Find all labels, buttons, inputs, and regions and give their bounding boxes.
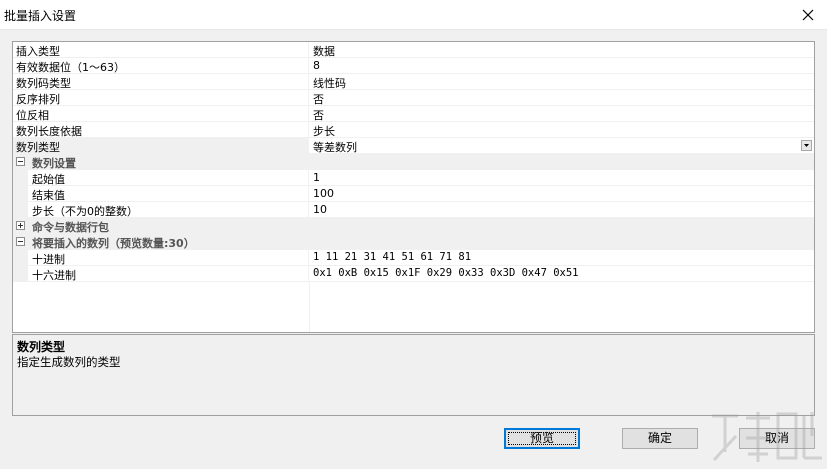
help-title: 数列类型 (17, 340, 66, 354)
property-name: 数列长度依据 (16, 125, 82, 138)
title-bar: 批量插入设置 (0, 0, 827, 30)
property-name: 十六进制 (32, 269, 76, 282)
help-description: 指定生成数列的类型 (17, 355, 121, 369)
property-row-insert-type[interactable]: 插入类型 数据 (13, 42, 814, 58)
property-row-decimal[interactable]: 十进制 1 11 21 31 41 51 61 71 81 (13, 250, 814, 266)
property-row-reverse-order[interactable]: 反序排列 否 (13, 90, 814, 106)
dropdown-button[interactable] (801, 140, 812, 151)
property-name: 十进制 (32, 253, 65, 266)
property-row-length-basis[interactable]: 数列长度依据 步长 (13, 122, 814, 138)
ok-button-label: 确定 (647, 431, 672, 445)
sequence-type-select[interactable]: 等差数列 (313, 139, 357, 155)
property-value: 0x1 0xB 0x15 0x1F 0x29 0x33 0x3D 0x47 0x… (313, 267, 579, 279)
property-value: 否 (313, 93, 324, 106)
column-divider (309, 282, 310, 332)
category-command-packet[interactable]: 命令与数据行包 (13, 218, 814, 234)
property-value: 100 (313, 187, 334, 200)
property-name: 反序排列 (16, 93, 60, 106)
property-name: 位反相 (16, 109, 49, 122)
close-button[interactable] (789, 0, 827, 30)
window-title: 批量插入设置 (4, 9, 77, 23)
ok-button[interactable]: 确定 (622, 428, 698, 449)
category-sequence-settings[interactable]: 数列设置 (13, 154, 814, 170)
category-label: 将要插入的数列（预览数量:30） (32, 237, 195, 250)
property-value: 8 (313, 59, 320, 72)
property-name: 起始值 (32, 173, 65, 186)
property-row-sequence-type[interactable]: 数列类型 等差数列 (13, 138, 814, 154)
property-value: 步长 (313, 125, 335, 138)
property-value: 数据 (313, 45, 335, 58)
property-row-hex[interactable]: 十六进制 0x1 0xB 0x15 0x1F 0x29 0x33 0x3D 0x… (13, 266, 814, 282)
category-label: 命令与数据行包 (32, 221, 109, 234)
chevron-down-icon (804, 144, 809, 147)
property-row-end-value[interactable]: 结束值 100 (13, 186, 814, 202)
property-value: 线性码 (313, 77, 346, 90)
property-value: 否 (313, 109, 324, 122)
property-name: 数列码类型 (16, 77, 71, 90)
property-name: 结束值 (32, 189, 65, 202)
preview-button[interactable]: 预览 (504, 428, 580, 449)
property-grid: 插入类型 数据 有效数据位（1～63） 8 数列码类型 线性码 反序排列 否 位… (12, 41, 815, 333)
watermark-logo (712, 412, 822, 462)
property-row-bit-invert[interactable]: 位反相 否 (13, 106, 814, 122)
close-icon (802, 9, 814, 21)
category-label: 数列设置 (32, 157, 76, 170)
property-name: 数列类型 (16, 141, 60, 154)
property-row-code-type[interactable]: 数列码类型 线性码 (13, 74, 814, 90)
help-panel: 数列类型 指定生成数列的类型 (12, 334, 815, 416)
property-name: 有效数据位（1～63） (16, 61, 125, 74)
property-name: 插入类型 (16, 45, 60, 58)
preview-button-label: 预览 (529, 431, 554, 445)
property-value: 1 (313, 171, 320, 184)
property-value: 1 11 21 31 41 51 61 71 81 (313, 251, 472, 263)
property-row-start-value[interactable]: 起始值 1 (13, 170, 814, 186)
category-preview[interactable]: 将要插入的数列（预览数量:30） (13, 234, 814, 250)
property-row-step[interactable]: 步长（不为0的整数） 10 (13, 202, 814, 218)
property-row-valid-bits[interactable]: 有效数据位（1～63） 8 (13, 58, 814, 74)
property-value: 10 (313, 203, 327, 216)
property-name: 步长（不为0的整数） (32, 205, 138, 218)
